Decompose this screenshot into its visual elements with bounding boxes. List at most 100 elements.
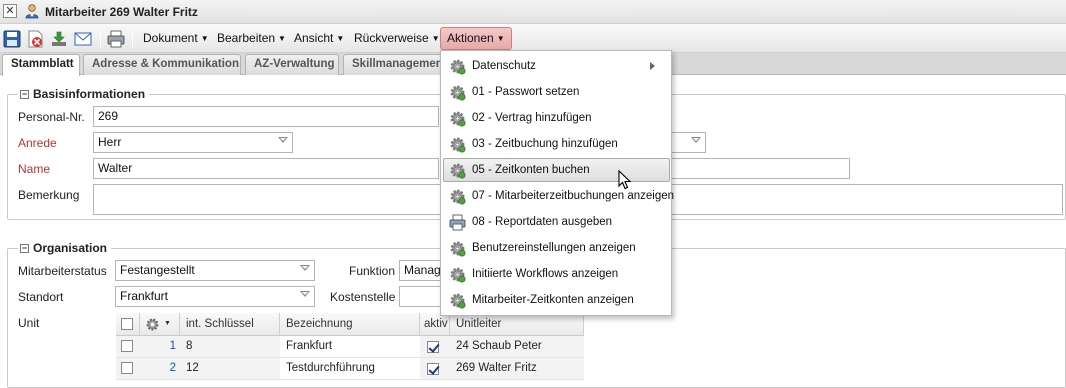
cell-bezeichnung: Frankfurt [280, 336, 420, 358]
hidden-combo-field[interactable] [670, 132, 706, 153]
gear-icon [449, 84, 466, 101]
menu-item-05-zeitkonten-buchen[interactable]: 05 - Zeitkonten buchen [443, 158, 670, 182]
printer-icon [449, 214, 466, 231]
aktiv-checkbox[interactable] [427, 341, 439, 353]
name-label: Name [18, 162, 51, 176]
tab-adresse-kommunikation[interactable]: Adresse & Kommunikation [83, 54, 241, 75]
column-aktiv[interactable]: aktiv [420, 313, 450, 336]
row-checkbox[interactable] [121, 362, 133, 374]
menu-item-08-reportdaten-ausgeben[interactable]: 08 - Reportdaten ausgeben [443, 210, 670, 234]
collapse-icon[interactable]: − [20, 243, 29, 253]
name-field[interactable]: Walter [93, 158, 439, 179]
cell-aktiv [420, 358, 450, 380]
menu-item-label: Mitarbeiter-Zeitkonten anzeigen [472, 294, 634, 306]
delete-icon[interactable] [26, 30, 44, 48]
column-bezeichnung[interactable]: Bezeichnung [280, 313, 420, 336]
menu-item-label: 02 - Vertrag hinzufügen [472, 112, 592, 124]
chevron-down-icon[interactable] [300, 291, 310, 297]
standort-select[interactable]: Frankfurt [115, 286, 315, 307]
gear-icon[interactable] [145, 317, 160, 332]
menu-item-label: Initiierte Workflows anzeigen [472, 268, 619, 280]
menu-aktionen[interactable]: Aktionen ▼ [440, 27, 512, 50]
chevron-down-icon[interactable] [278, 137, 288, 143]
grid-select-all-header [116, 313, 140, 336]
gear-icon [449, 162, 466, 179]
gear-icon [449, 188, 466, 205]
menu-dokument[interactable]: Dokument ▼ [136, 27, 216, 50]
gear-icon [449, 292, 466, 309]
standort-value: Frankfurt [120, 289, 169, 303]
column-int-schluessel[interactable]: int. Schlüssel [180, 313, 280, 336]
kostenstelle-label: Kostenstelle [330, 290, 396, 304]
personal-nr-field[interactable]: 269 [93, 106, 439, 127]
window-title: Mitarbeiter 269 Walter Fritz [45, 5, 198, 19]
chevron-down-icon[interactable] [691, 137, 701, 143]
gear-icon [449, 110, 466, 127]
menu-item-label: Benutzereinstellungen anzeigen [472, 242, 636, 254]
menu-item-label: Datenschutz [472, 60, 536, 72]
tab-skillmanagement[interactable]: Skillmanagement [343, 54, 453, 75]
chevron-down-icon[interactable]: ▼ [164, 313, 171, 335]
submenu-arrow-icon [650, 62, 655, 70]
print-icon[interactable] [107, 30, 125, 48]
unit-grid: ▼ int. Schlüssel Bezeichnung aktiv Unitl… [116, 313, 584, 381]
mitarbeiterstatus-label: Mitarbeiterstatus [18, 264, 107, 278]
anrede-value: Herr [98, 135, 122, 149]
menu-item-01-passwort-setzen[interactable]: 01 - Passwort setzen [443, 80, 670, 104]
menu-item-datenschutz[interactable]: Datenschutz [443, 54, 670, 78]
unit-label: Unit [18, 316, 40, 330]
anrede-label: Anrede [18, 136, 57, 150]
menu-item-03-zeitbuchung-hinzufügen[interactable]: 03 - Zeitbuchung hinzufügen [443, 132, 670, 156]
aktiv-checkbox[interactable] [427, 363, 439, 375]
personal-nr-label: Personal-Nr. [18, 110, 85, 124]
organisation-title: Organisation [33, 241, 108, 255]
second-name-field[interactable] [670, 158, 850, 179]
download-icon[interactable] [50, 30, 68, 48]
menu-item-benutzereinstellungen-anzeigen[interactable]: Benutzereinstellungen anzeigen [443, 236, 670, 260]
organisation-legend: − Organisation [18, 241, 112, 255]
row-checkbox[interactable] [121, 340, 133, 352]
select-all-checkbox[interactable] [121, 318, 133, 330]
column-unitleiter[interactable]: Unitleiter [450, 313, 584, 336]
basisinformationen-legend: − Basisinformationen [18, 87, 150, 101]
cell-unitleiter: 269 Walter Fritz [450, 358, 584, 380]
menu-item-initiierte-workflows-anzeigen[interactable]: Initiierte Workflows anzeigen [443, 262, 670, 286]
menu-item-label: 01 - Passwort setzen [472, 86, 580, 98]
collapse-icon[interactable]: − [20, 89, 29, 99]
user-icon [25, 4, 39, 19]
gear-icon [449, 240, 466, 257]
menu-bearbeiten[interactable]: Bearbeiten ▼ [210, 27, 293, 50]
cell-aktiv [420, 336, 450, 358]
menu-item-mitarbeiter-zeitkonten-anzeigen[interactable]: Mitarbeiter-Zeitkonten anzeigen [443, 288, 670, 312]
close-icon[interactable]: ✕ [3, 4, 17, 18]
row-select-cell [116, 358, 140, 380]
menu-item-07-mitarbeiterzeitbuchungen-anzeigen[interactable]: 07 - Mitarbeiterzeitbuchungen anzeigen [443, 184, 674, 208]
funktion-label: Funktion [349, 264, 396, 278]
basisinformationen-title: Basisinformationen [33, 87, 146, 101]
mitarbeiterstatus-value: Festangestellt [120, 263, 195, 277]
standort-label: Standort [18, 290, 64, 304]
gear-icon [449, 266, 466, 283]
tab-az-verwaltung[interactable]: AZ-Verwaltung [245, 54, 339, 75]
menu-item-label: 05 - Zeitkonten buchen [472, 164, 590, 176]
cell-int-schluessel: 12 [180, 358, 280, 380]
menu-ansicht[interactable]: Ansicht ▼ [287, 27, 351, 50]
mail-icon[interactable] [74, 30, 92, 48]
gear-icon [449, 136, 466, 153]
grid-settings-header[interactable]: ▼ [140, 313, 180, 336]
menu-item-label: 07 - Mitarbeiterzeitbuchungen anzeigen [472, 190, 675, 202]
mouse-cursor-icon [618, 170, 632, 190]
menu-rueckverweise[interactable]: Rückverweise ▼ [347, 27, 447, 50]
bemerkung-label: Bemerkung [18, 188, 80, 202]
anrede-select[interactable]: Herr [93, 132, 293, 153]
toolbar-separator [132, 30, 133, 48]
tab-stammblatt[interactable]: Stammblatt [2, 54, 80, 76]
mitarbeiterstatus-select[interactable]: Festangestellt [115, 260, 315, 281]
menu-item-02-vertrag-hinzufügen[interactable]: 02 - Vertrag hinzufügen [443, 106, 670, 130]
cell-unitleiter: 24 Schaub Peter [450, 336, 584, 358]
chevron-down-icon[interactable] [300, 265, 310, 271]
gear-icon [449, 58, 466, 75]
menu-item-label: 08 - Reportdaten ausgeben [472, 216, 613, 228]
cell-int-schluessel: 8 [180, 336, 280, 358]
save-icon[interactable] [3, 30, 21, 48]
